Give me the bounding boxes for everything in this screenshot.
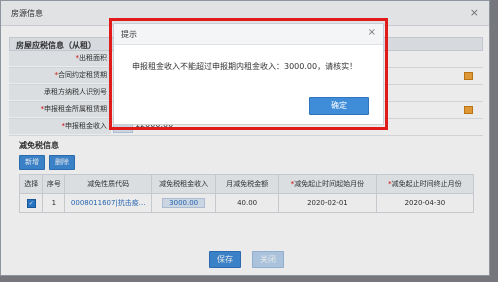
annotation-highlight-box [109,18,388,130]
